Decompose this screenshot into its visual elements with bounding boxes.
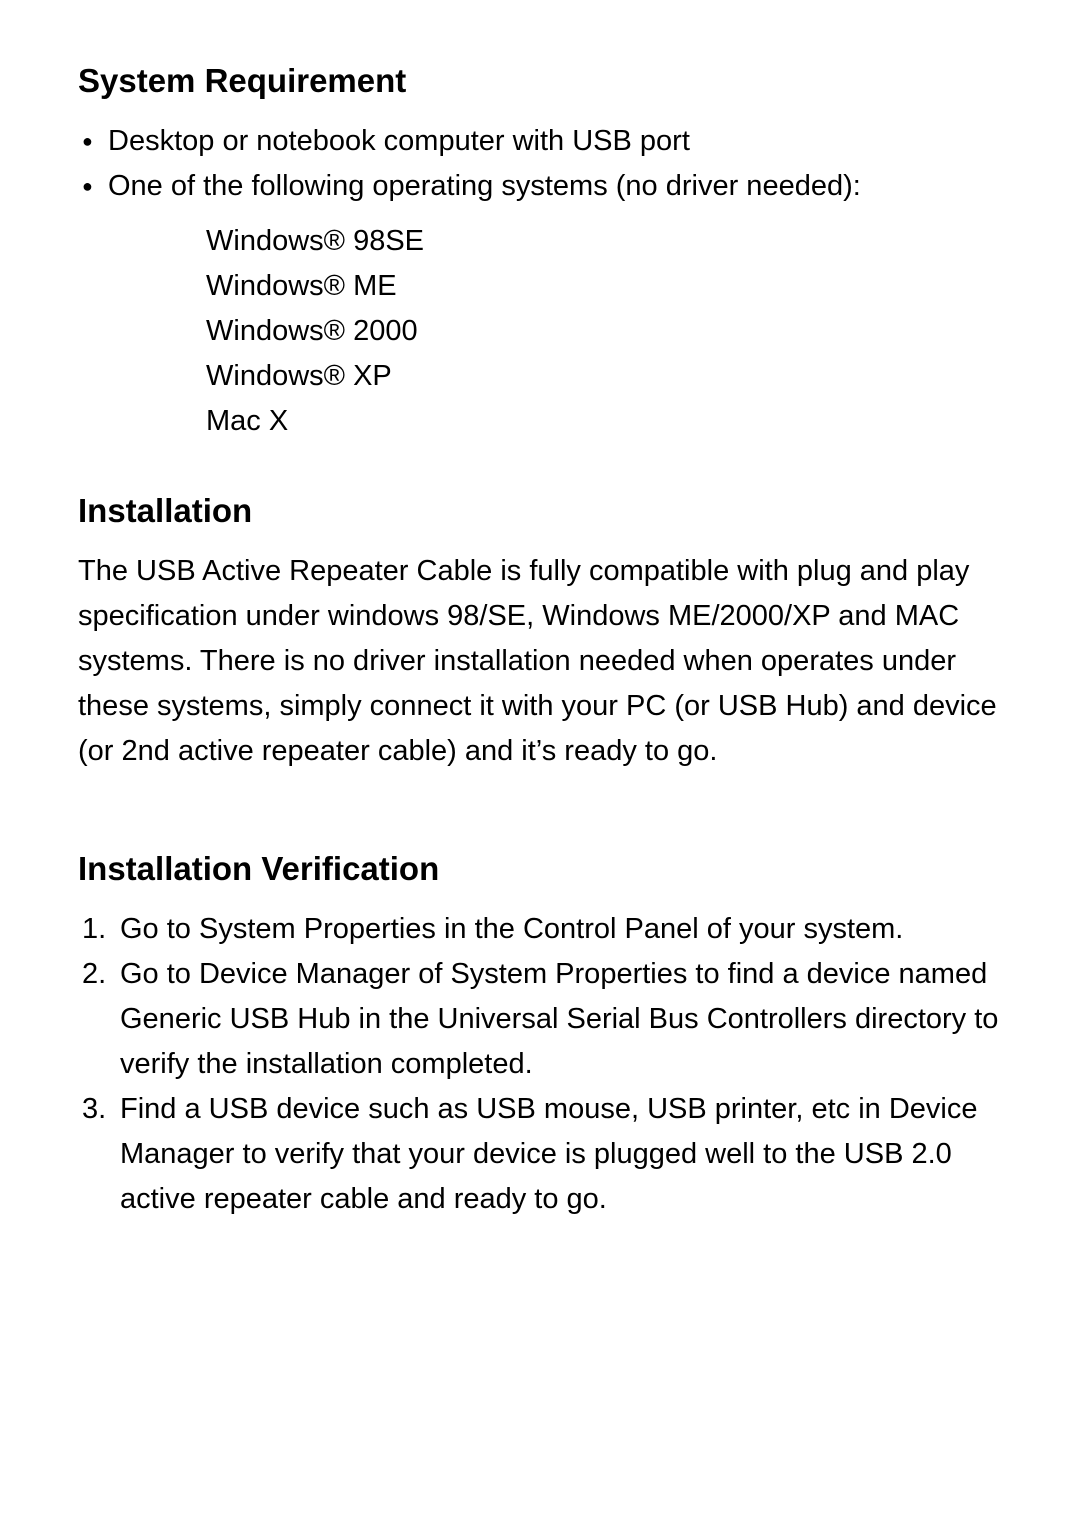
- sysreq-bullet-list: Desktop or notebook computer with USB po…: [78, 119, 1010, 209]
- heading-installation-verification: Installation Verification: [78, 848, 1010, 889]
- verification-steps: Go to System Properties in the Control P…: [78, 907, 1010, 1222]
- os-list: Windows® 98SE Windows® ME Windows® 2000 …: [206, 219, 1010, 444]
- list-item: Windows® 98SE: [206, 219, 1010, 264]
- list-item: One of the following operating systems (…: [78, 164, 1010, 209]
- list-item: Mac X: [206, 399, 1010, 444]
- heading-installation: Installation: [78, 490, 1010, 531]
- heading-system-requirement: System Requirement: [78, 60, 1010, 101]
- list-item: Go to Device Manager of System Propertie…: [78, 952, 1010, 1087]
- list-item: Find a USB device such as USB mouse, USB…: [78, 1087, 1010, 1222]
- document-page: System Requirement Desktop or notebook c…: [0, 0, 1080, 1302]
- installation-paragraph: The USB Active Repeater Cable is fully c…: [78, 549, 1010, 774]
- list-item: Desktop or notebook computer with USB po…: [78, 119, 1010, 164]
- list-item: Windows® XP: [206, 354, 1010, 399]
- list-item: Windows® 2000: [206, 309, 1010, 354]
- list-item: Go to System Properties in the Control P…: [78, 907, 1010, 952]
- list-item: Windows® ME: [206, 264, 1010, 309]
